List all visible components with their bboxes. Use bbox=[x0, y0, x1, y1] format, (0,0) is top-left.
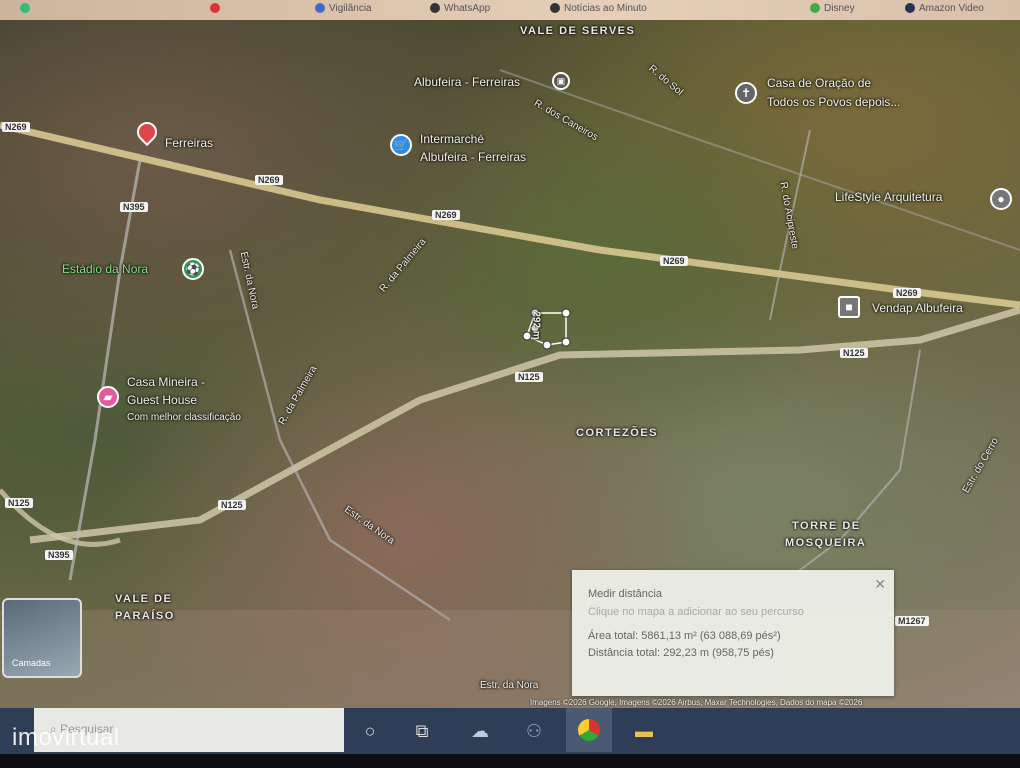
measure-distance-panel: ✕ Medir distância Clique no mapa a adici… bbox=[572, 570, 894, 696]
road-n125 bbox=[29, 306, 1020, 544]
place-label[interactable]: Vendap Albufeira bbox=[872, 301, 963, 315]
monitor-bezel bbox=[0, 754, 1020, 768]
road-shield: N269 bbox=[893, 288, 921, 298]
weather-icon[interactable]: ☁ bbox=[462, 714, 498, 748]
place-label[interactable]: LifeStyle Arquitetura bbox=[835, 190, 942, 204]
area-label: CORTEZÕES bbox=[576, 427, 658, 439]
area-label: VALE DE bbox=[115, 593, 173, 605]
place-label: VALE DE SERVES bbox=[520, 25, 636, 37]
bookmark-icon bbox=[550, 3, 560, 14]
place-label[interactable]: Estádio da Nora bbox=[62, 262, 148, 276]
road-shield: N125 bbox=[218, 500, 246, 510]
area-label: MOSQUEIRA bbox=[785, 537, 867, 549]
road-shield: M1267 bbox=[895, 616, 929, 626]
road bbox=[759, 349, 921, 601]
area-label: TORRE DE bbox=[792, 520, 861, 532]
hotel-icon[interactable]: ▰ bbox=[97, 386, 119, 408]
segment-distance-label: 292 m bbox=[530, 311, 542, 340]
road-shield: N395 bbox=[120, 202, 148, 212]
road-shield: N269 bbox=[660, 256, 688, 266]
place-icon[interactable]: ● bbox=[990, 188, 1012, 210]
road-shield: N125 bbox=[840, 348, 868, 358]
stadium-icon[interactable]: ⚽ bbox=[182, 258, 204, 280]
measure-point[interactable] bbox=[561, 337, 571, 347]
road-estr-da-nora bbox=[228, 249, 451, 622]
place-label-subtitle: Com melhor classificação bbox=[127, 412, 241, 423]
place-label[interactable]: Casa de Oração de bbox=[767, 76, 871, 90]
shopping-cart-icon[interactable]: 🛒 bbox=[390, 134, 412, 156]
place-label[interactable]: Ferreiras bbox=[165, 136, 213, 150]
map-attribution: Imagens ©2026 Google, Imagens ©2026 Airb… bbox=[530, 698, 863, 707]
place-label[interactable]: Casa Mineira - bbox=[127, 375, 205, 389]
bookmark[interactable] bbox=[210, 3, 224, 15]
watermark: imovirtual bbox=[12, 724, 120, 751]
layers-button[interactable]: Camadas bbox=[2, 598, 82, 678]
area-label: PARAÍSO bbox=[115, 610, 175, 622]
bookmark-icon bbox=[905, 3, 915, 14]
file-explorer-icon[interactable]: ▬ bbox=[626, 714, 662, 748]
bookmarks-bar: Vigilância WhatsApp Notícias ao Minuto D… bbox=[0, 0, 1020, 20]
road-shield: N395 bbox=[45, 550, 73, 560]
measure-hint: Clique no mapa a adicionar ao seu percur… bbox=[588, 606, 804, 618]
measure-area: Área total: 5861,13 m² (63 088,69 pés²) bbox=[588, 630, 781, 642]
bookmark[interactable]: Vigilância bbox=[315, 3, 372, 15]
task-view-icon[interactable]: ⧉ bbox=[404, 714, 440, 748]
taskbar: ⌕ Pesquisar ○ ⧉ ☁ ⚇ ▬ bbox=[0, 708, 1020, 754]
bookmark[interactable]: Notícias ao Minuto bbox=[550, 3, 647, 15]
chrome-icon[interactable] bbox=[566, 708, 612, 752]
place-label[interactable]: Intermarché bbox=[420, 132, 484, 146]
measure-title: Medir distância bbox=[588, 588, 662, 600]
measure-point[interactable] bbox=[542, 340, 552, 350]
street-label: Estr. da Nora bbox=[480, 680, 539, 691]
road-shield: N125 bbox=[515, 372, 543, 382]
bookmark-icon bbox=[430, 3, 440, 14]
teams-icon[interactable]: ⚇ bbox=[516, 714, 552, 748]
bookmark-icon bbox=[315, 3, 325, 14]
place-label[interactable]: Albufeira - Ferreiras bbox=[414, 75, 520, 89]
road-shield: N269 bbox=[2, 122, 30, 132]
place-label[interactable]: Albufeira - Ferreiras bbox=[420, 150, 526, 164]
road-shield: N269 bbox=[255, 175, 283, 185]
place-label[interactable]: Guest House bbox=[127, 393, 197, 407]
bookmark-icon bbox=[810, 3, 820, 14]
bookmark[interactable]: Disney bbox=[810, 3, 855, 15]
place-label[interactable]: Todos os Povos depois... bbox=[767, 95, 900, 109]
bookmark[interactable]: WhatsApp bbox=[430, 3, 490, 15]
chrome-logo bbox=[578, 719, 600, 741]
road-r-do-sol bbox=[499, 69, 1020, 251]
bus-stop-icon[interactable]: ▣ bbox=[552, 72, 570, 90]
road-shield: N125 bbox=[5, 498, 33, 508]
store-icon[interactable]: ■ bbox=[838, 296, 860, 318]
bookmark-icon bbox=[20, 3, 30, 14]
bookmark[interactable] bbox=[20, 3, 34, 15]
cortana-icon[interactable]: ○ bbox=[352, 714, 388, 748]
road-shield: N269 bbox=[432, 210, 460, 220]
measure-point[interactable] bbox=[561, 308, 571, 318]
bookmark[interactable]: Amazon Video bbox=[905, 3, 984, 15]
church-icon[interactable]: ✝ bbox=[735, 82, 757, 104]
road-n395 bbox=[68, 159, 142, 581]
close-icon[interactable]: ✕ bbox=[874, 576, 886, 593]
layers-label: Camadas bbox=[12, 658, 51, 668]
bookmark-icon bbox=[210, 3, 220, 14]
measure-distance: Distância total: 292,23 m (958,75 pés) bbox=[588, 647, 774, 659]
